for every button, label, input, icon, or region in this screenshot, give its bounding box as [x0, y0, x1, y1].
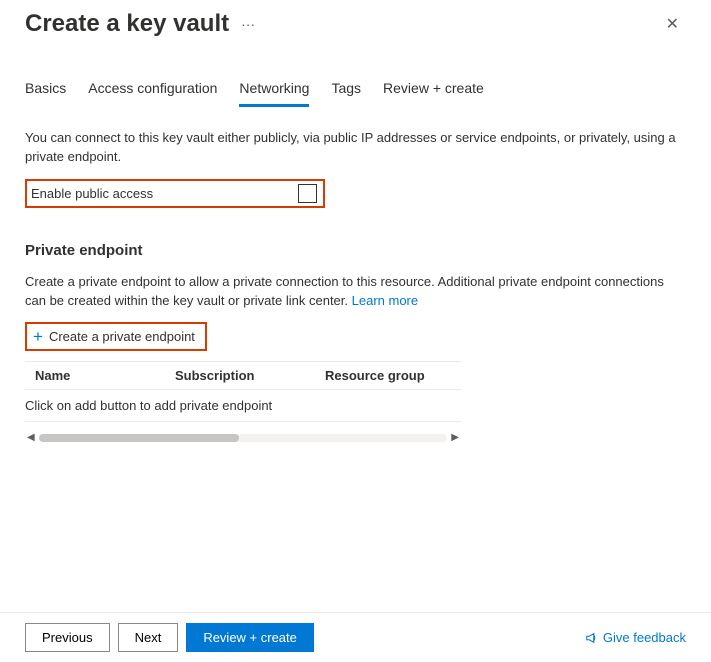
close-icon[interactable]: ✕: [658, 10, 687, 38]
tab-content-networking: You can connect to this key vault either…: [0, 107, 711, 443]
col-header-name: Name: [25, 368, 175, 383]
wizard-footer: Previous Next Review + create Give feedb…: [0, 612, 711, 662]
table-header-row: Name Subscription Resource group: [25, 361, 461, 390]
review-create-button[interactable]: Review + create: [186, 623, 314, 652]
create-private-endpoint-button[interactable]: + Create a private endpoint: [25, 322, 207, 351]
tab-basics[interactable]: Basics: [25, 80, 66, 107]
tab-access-configuration[interactable]: Access configuration: [88, 80, 217, 107]
private-endpoint-table: Name Subscription Resource group Click o…: [25, 361, 461, 422]
private-endpoint-desc-text: Create a private endpoint to allow a pri…: [25, 274, 664, 308]
scroll-left-icon[interactable]: ◀: [25, 432, 37, 443]
next-button[interactable]: Next: [118, 623, 179, 652]
enable-public-access-row: Enable public access: [25, 179, 325, 208]
tab-tags[interactable]: Tags: [331, 80, 361, 107]
plus-icon: +: [33, 328, 43, 345]
wizard-tabs: Basics Access configuration Networking T…: [0, 80, 711, 107]
tab-networking[interactable]: Networking: [239, 80, 309, 107]
create-private-endpoint-label: Create a private endpoint: [49, 329, 195, 344]
give-feedback-link[interactable]: Give feedback: [585, 630, 686, 645]
table-empty-row: Click on add button to add private endpo…: [25, 390, 461, 422]
give-feedback-label: Give feedback: [603, 630, 686, 645]
enable-public-access-label: Enable public access: [31, 186, 153, 201]
col-header-resource-group: Resource group: [325, 368, 461, 383]
page-title: Create a key vault: [25, 10, 229, 38]
scroll-rail[interactable]: [39, 434, 448, 442]
tab-review-create[interactable]: Review + create: [383, 80, 484, 107]
panel-header: Create a key vault ··· ✕: [0, 0, 711, 38]
previous-button[interactable]: Previous: [25, 623, 110, 652]
scroll-right-icon[interactable]: ▶: [449, 432, 461, 443]
enable-public-access-checkbox[interactable]: [298, 184, 317, 203]
private-endpoint-heading: Private endpoint: [25, 242, 686, 259]
col-header-subscription: Subscription: [175, 368, 325, 383]
scroll-thumb[interactable]: [39, 434, 239, 442]
networking-intro-text: You can connect to this key vault either…: [25, 129, 686, 167]
private-endpoint-description: Create a private endpoint to allow a pri…: [25, 273, 686, 311]
horizontal-scrollbar[interactable]: ◀ ▶: [25, 432, 461, 443]
learn-more-link[interactable]: Learn more: [352, 293, 418, 308]
megaphone-icon: [585, 631, 599, 645]
more-actions-icon[interactable]: ···: [241, 16, 255, 32]
